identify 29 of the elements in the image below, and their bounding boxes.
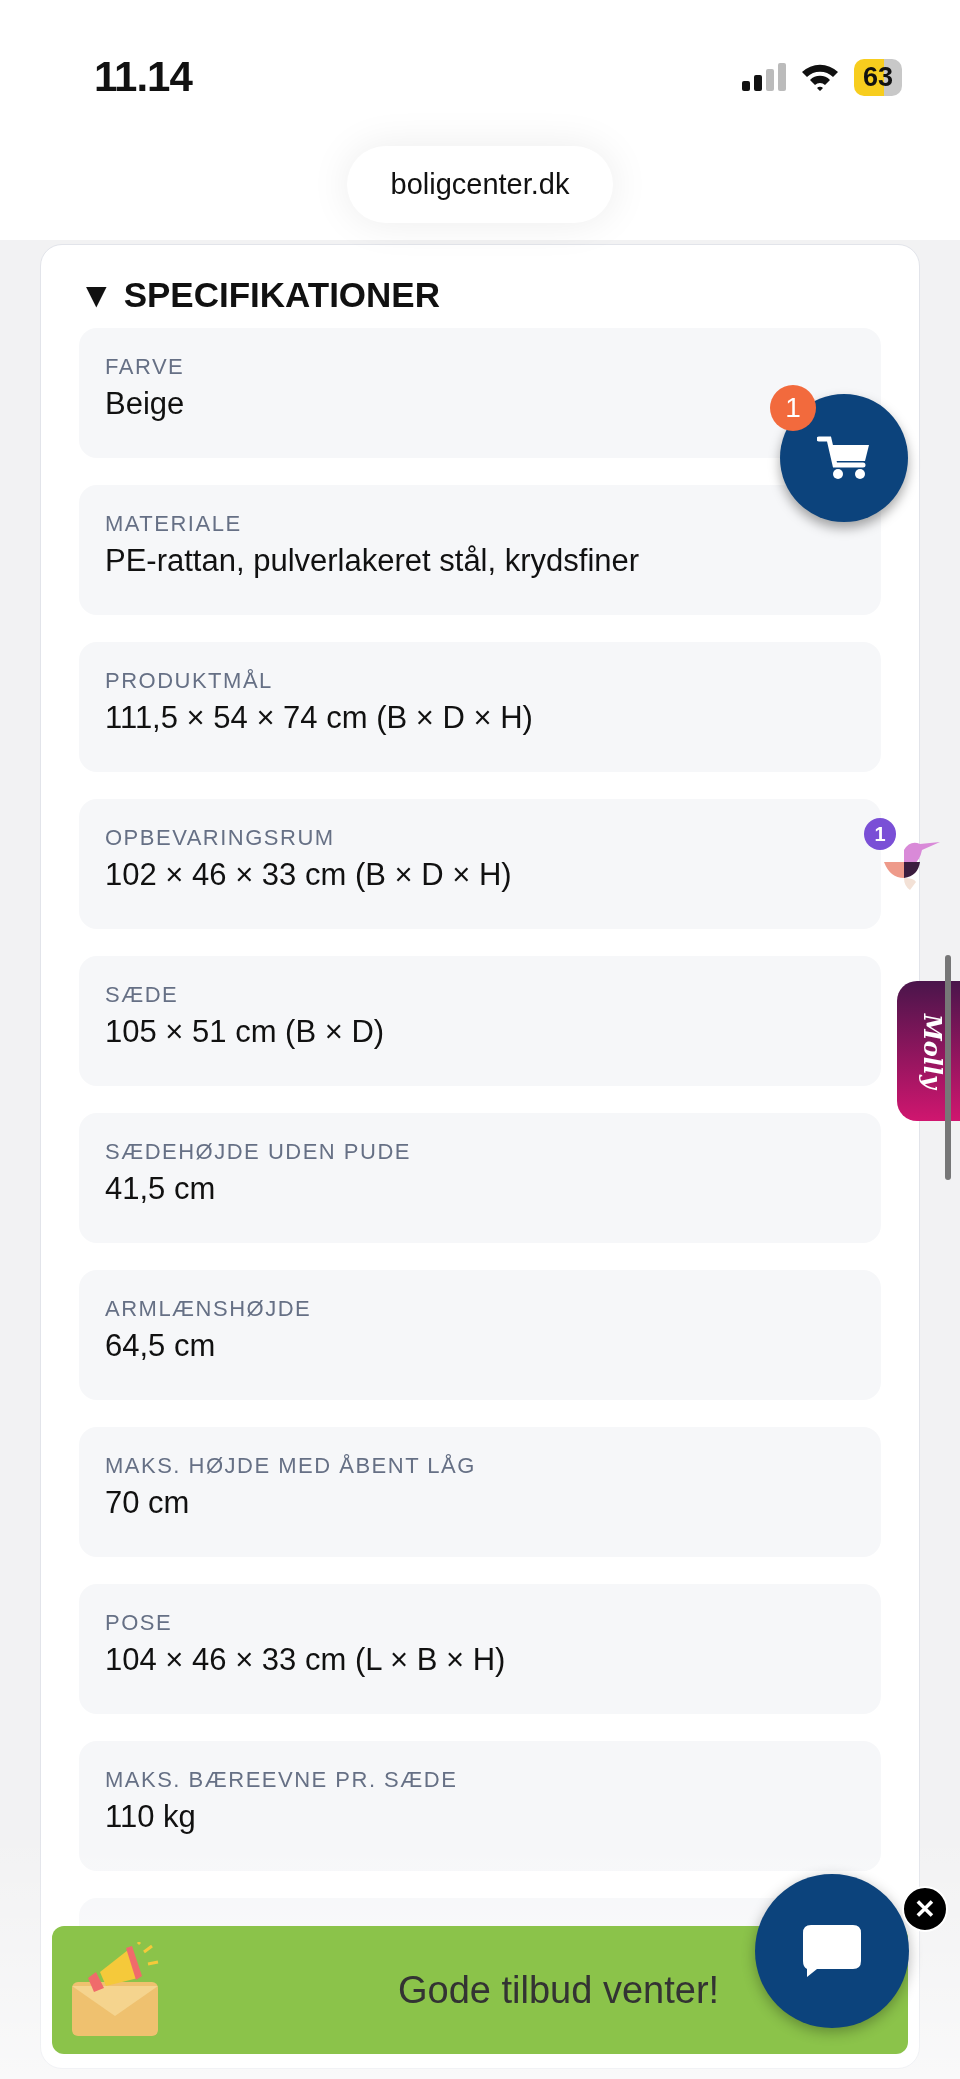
- spec-value: Beige: [105, 386, 185, 422]
- spec-label: OPBEVARINGSRUM: [105, 825, 335, 851]
- spec-label: SÆDE: [105, 982, 179, 1008]
- disclosure-triangle[interactable]: ▼: [79, 275, 114, 315]
- spec-value: 104 × 46 × 33 cm (L × B × H): [105, 1642, 506, 1678]
- close-button[interactable]: ✕: [902, 1886, 948, 1932]
- promo-text: Gode tilbud venter!: [398, 1968, 720, 2012]
- spec-value: 110 kg: [105, 1799, 196, 1835]
- spec-value: 41,5 cm: [105, 1171, 216, 1207]
- section-title[interactable]: SPECIFIKATIONER: [123, 275, 440, 315]
- spec-value: 64,5 cm: [105, 1328, 216, 1364]
- spec-value: 102 × 46 × 33 cm (B × D × H): [105, 857, 512, 893]
- cart-icon: [817, 435, 871, 481]
- spec-label: MAKS. BÆREEVNE PR. SÆDE: [105, 1767, 458, 1793]
- spec-label: POSE: [105, 1610, 173, 1636]
- spec-label: SÆDEHØJDE UDEN PUDE: [105, 1139, 411, 1165]
- spec-value: 70 cm: [105, 1485, 190, 1521]
- spec-value: PE-rattan, pulverlakeret stål, krydsfiner: [105, 543, 640, 579]
- spec-value: 105 × 51 cm (B × D): [105, 1014, 385, 1050]
- spec-label: FARVE: [105, 354, 185, 380]
- spec-label: PRODUKTMÅL: [105, 668, 273, 694]
- spec-label: MAKS. HØJDE MED ÅBENT LÅG: [105, 1453, 476, 1479]
- address-bar[interactable]: boligcenter.dk: [346, 146, 614, 223]
- chat-bubble-icon: [803, 1925, 861, 1977]
- spec-label: MATERIALE: [105, 511, 242, 537]
- signal-icon: [741, 63, 786, 91]
- spec-value: 111,5 × 54 × 74 cm (B × D × H): [105, 700, 533, 736]
- status-time: 11.14: [94, 53, 192, 101]
- spec-label: ARMLÆNSHØJDE: [105, 1296, 312, 1322]
